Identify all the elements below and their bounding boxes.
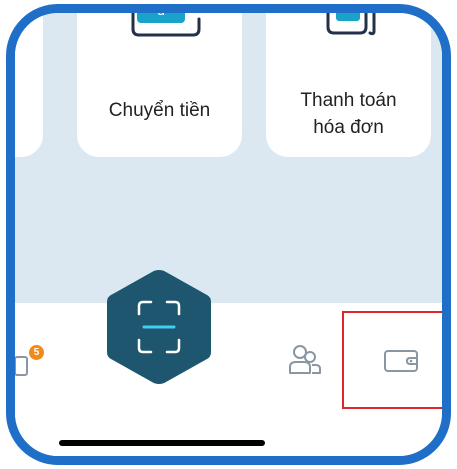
bill-icon: đ xyxy=(326,4,376,36)
quick-actions-area: đ Chuyển tiền đ Thanh toán hóa đơn xyxy=(15,13,442,303)
bill-payment-label-line2: hóa đơn xyxy=(313,117,384,138)
svg-text:đ: đ xyxy=(344,4,352,16)
bill-payment-label: Thanh toán hóa đơn xyxy=(266,87,431,141)
quick-action-card-partial[interactable] xyxy=(15,13,43,157)
wallet-highlight-box xyxy=(342,311,442,409)
home-indicator xyxy=(59,440,265,446)
contacts-icon xyxy=(289,345,321,374)
svg-text:đ: đ xyxy=(157,4,165,18)
transfer-icon: đ xyxy=(131,4,201,37)
qr-scan-icon xyxy=(107,270,211,384)
tab-contacts[interactable] xyxy=(287,343,323,377)
transfer-label: Chuyển tiền xyxy=(108,100,211,121)
phone-frame: đ Chuyển tiền đ Thanh toán hóa đơn 5 xyxy=(6,4,451,465)
quick-action-transfer[interactable]: đ Chuyển tiền xyxy=(77,4,242,157)
scan-qr-button[interactable] xyxy=(103,268,215,386)
notification-badge: 5 xyxy=(29,345,44,360)
tab-notifications[interactable]: 5 xyxy=(15,341,55,381)
quick-action-bill-payment[interactable]: đ Thanh toán hóa đơn xyxy=(266,4,431,157)
bill-payment-label-line1: Thanh toán xyxy=(300,90,397,111)
